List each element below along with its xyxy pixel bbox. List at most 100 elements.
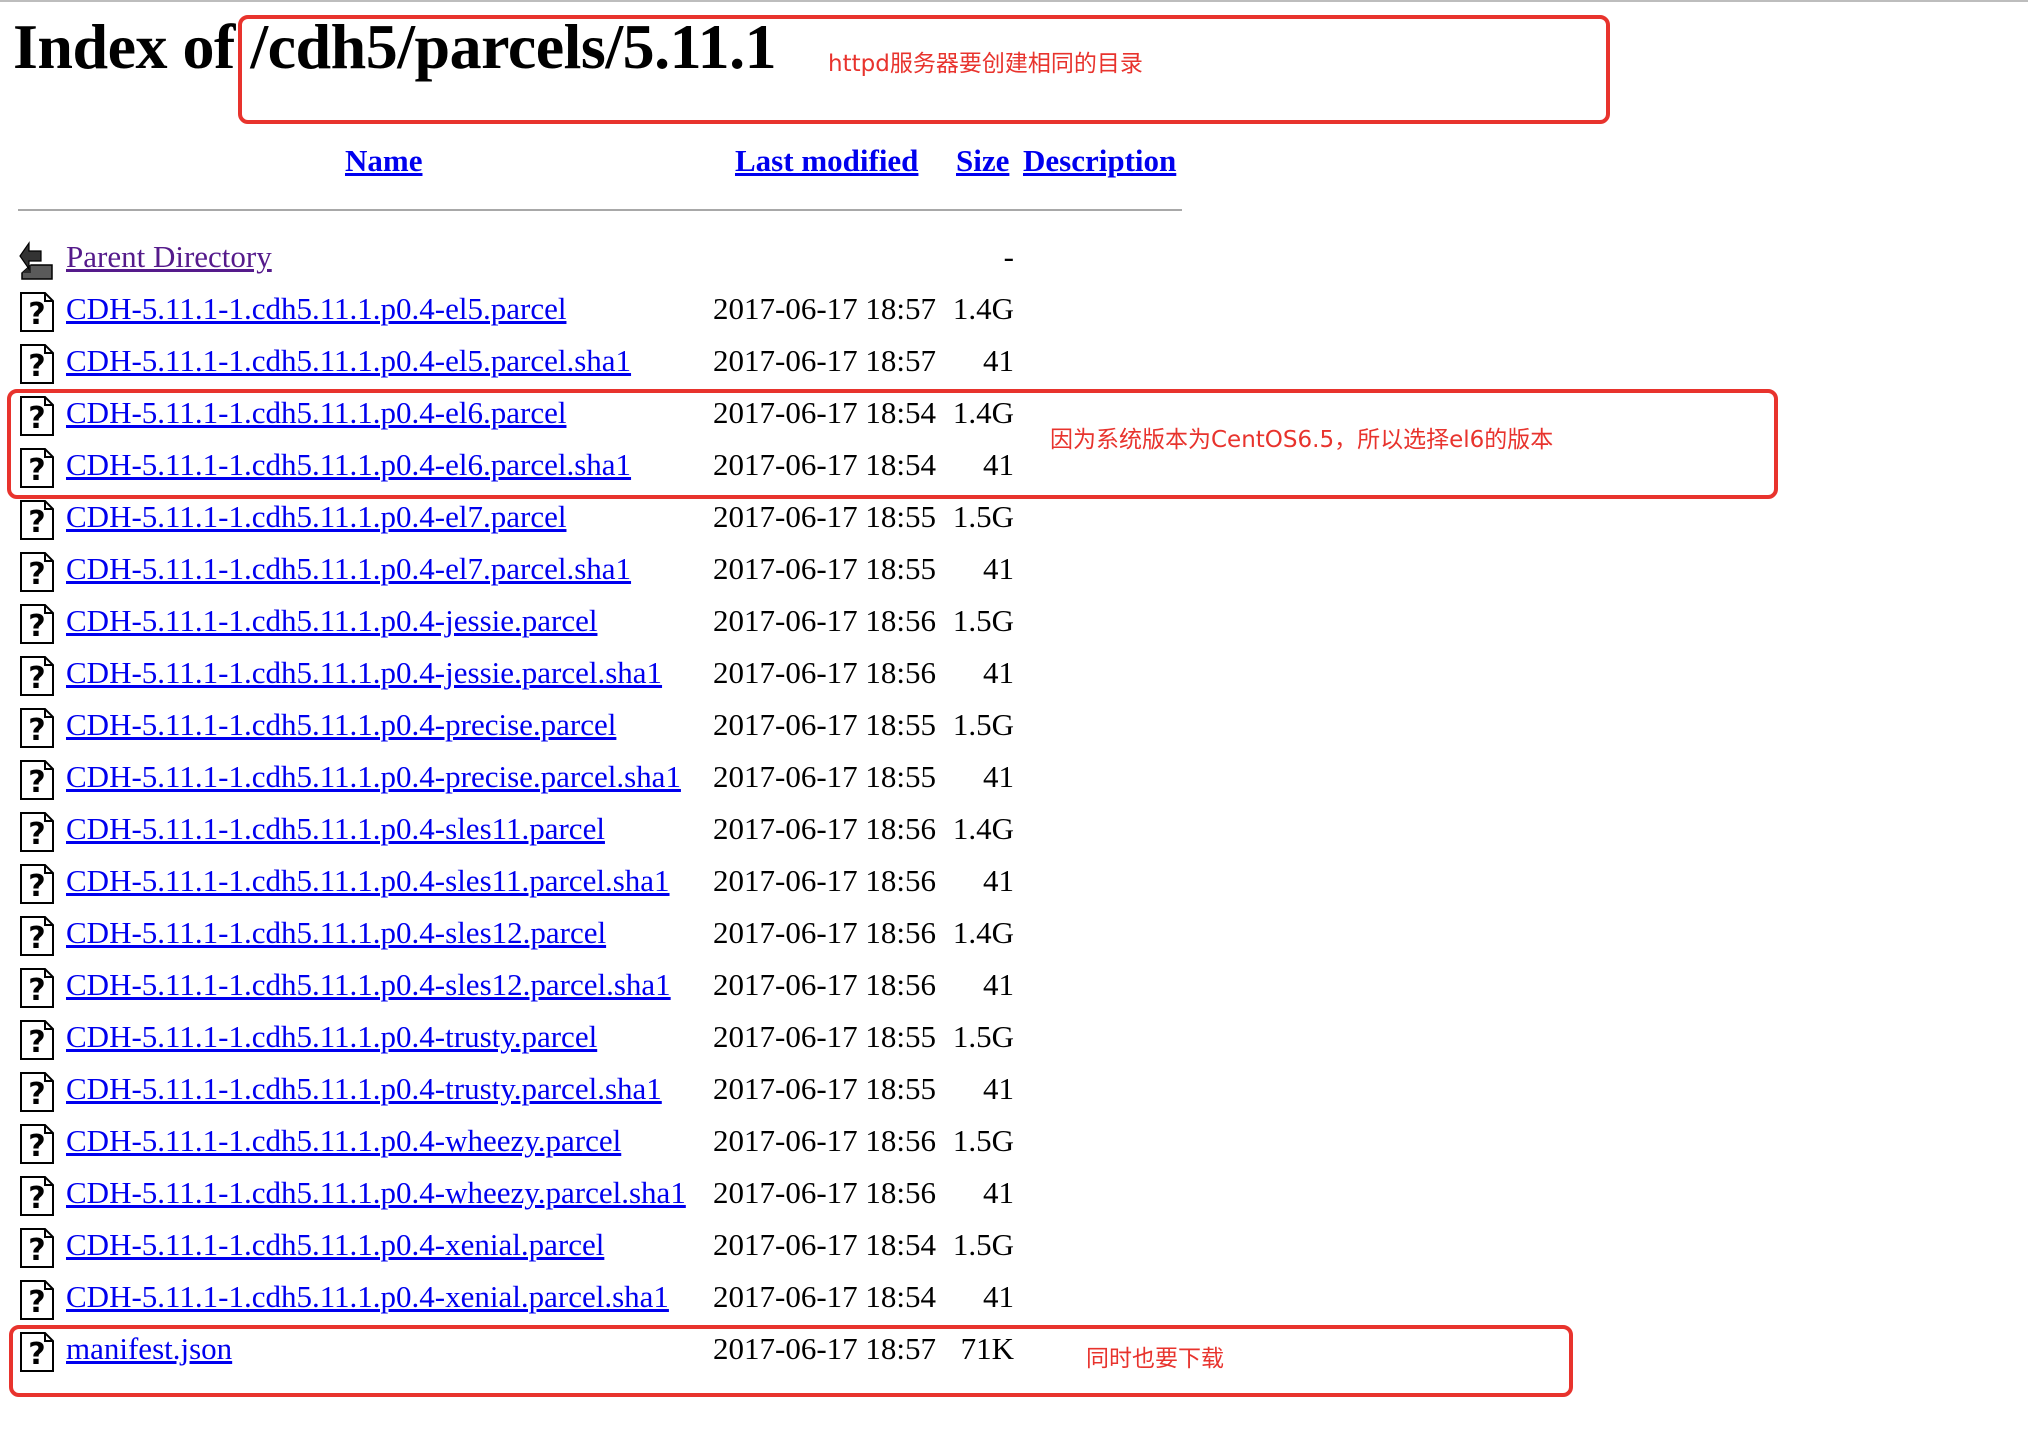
annotation-note-manifest: 同时也要下载 <box>1086 1346 1224 1372</box>
file-row: ? CDH-5.11.1-1.cdh5.11.1.p0.4-xenial.parc… <box>0 1273 1100 1325</box>
file-link[interactable]: CDH-5.11.1-1.cdh5.11.1.p0.4-trusty.parce… <box>66 1019 597 1055</box>
file-row: ? CDH-5.11.1-1.cdh5.11.1.p0.4-el5.parcel.… <box>0 337 1100 389</box>
file-date: 2017-06-17 18:55 <box>713 499 937 534</box>
svg-text:?: ? <box>28 817 45 852</box>
annotation-note-title: httpd服务器要创建相同的目录 <box>828 51 1143 77</box>
parent-size: - <box>1003 239 1014 274</box>
file-date: 2017-06-17 18:56 <box>713 1123 937 1158</box>
svg-text:?: ? <box>28 297 45 332</box>
unknown-file-icon: ? <box>20 708 54 748</box>
file-date: 2017-06-17 18:55 <box>713 707 937 742</box>
file-link[interactable]: CDH-5.11.1-1.cdh5.11.1.p0.4-jessie.parce… <box>66 603 597 639</box>
file-link[interactable]: CDH-5.11.1-1.cdh5.11.1.p0.4-precise.parc… <box>66 707 616 743</box>
svg-text:?: ? <box>28 557 45 592</box>
unknown-file-icon: ? <box>20 760 54 800</box>
file-size: 41 <box>983 863 1014 898</box>
unknown-file-icon: ? <box>20 344 54 384</box>
file-date: 2017-06-17 18:56 <box>713 1175 937 1210</box>
back-folder-icon <box>19 241 53 280</box>
file-link[interactable]: CDH-5.11.1-1.cdh5.11.1.p0.4-el7.parcel <box>66 499 566 535</box>
file-size: 41 <box>983 551 1014 586</box>
file-row: ? CDH-5.11.1-1.cdh5.11.1.p0.4-el5.parcel 2… <box>0 285 1100 337</box>
file-row: ? CDH-5.11.1-1.cdh5.11.1.p0.4-sles11.parc… <box>0 857 1100 909</box>
file-date: 2017-06-17 18:55 <box>713 551 937 586</box>
file-size: 1.4G <box>952 291 1014 326</box>
file-row: ? CDH-5.11.1-1.cdh5.11.1.p0.4-trusty.parc… <box>0 1013 1100 1065</box>
file-date: 2017-06-17 18:56 <box>713 863 937 898</box>
file-link[interactable]: CDH-5.11.1-1.cdh5.11.1.p0.4-el7.parcel.s… <box>66 551 631 587</box>
svg-text:?: ? <box>28 661 45 696</box>
file-size: 41 <box>983 655 1014 690</box>
unknown-file-icon: ? <box>20 1020 54 1060</box>
unknown-file-icon: ? <box>20 552 54 592</box>
file-row: ? CDH-5.11.1-1.cdh5.11.1.p0.4-sles11.parc… <box>0 805 1100 857</box>
file-size: 1.5G <box>952 707 1014 742</box>
unknown-file-icon: ? <box>20 292 54 332</box>
file-date: 2017-06-17 18:55 <box>713 759 937 794</box>
file-link[interactable]: CDH-5.11.1-1.cdh5.11.1.p0.4-el5.parcel.s… <box>66 343 631 379</box>
unknown-file-icon: ? <box>20 656 54 696</box>
unknown-file-icon: ? <box>20 604 54 644</box>
file-link[interactable]: CDH-5.11.1-1.cdh5.11.1.p0.4-wheezy.parce… <box>66 1123 621 1159</box>
column-header-last-modified[interactable]: Last modified <box>735 143 918 179</box>
file-row: ? CDH-5.11.1-1.cdh5.11.1.p0.4-precise.par… <box>0 701 1100 753</box>
unknown-file-icon: ? <box>20 500 54 540</box>
annotation-box-manifest <box>9 1325 1573 1397</box>
file-row: ? CDH-5.11.1-1.cdh5.11.1.p0.4-el7.parcel.… <box>0 545 1100 597</box>
file-link[interactable]: CDH-5.11.1-1.cdh5.11.1.p0.4-sles12.parce… <box>66 915 606 951</box>
file-date: 2017-06-17 18:55 <box>713 1071 937 1106</box>
svg-text:?: ? <box>28 1077 45 1112</box>
file-date: 2017-06-17 18:56 <box>713 915 937 950</box>
file-date: 2017-06-17 18:55 <box>713 1019 937 1054</box>
file-link[interactable]: CDH-5.11.1-1.cdh5.11.1.p0.4-xenial.parce… <box>66 1227 604 1263</box>
column-header-size[interactable]: Size <box>956 143 1009 179</box>
parent-directory-link[interactable]: Parent Directory <box>66 239 272 275</box>
unknown-file-icon: ? <box>20 968 54 1008</box>
file-size: 1.4G <box>952 811 1014 846</box>
unknown-file-icon: ? <box>20 1228 54 1268</box>
svg-text:?: ? <box>28 973 45 1008</box>
file-row: ? CDH-5.11.1-1.cdh5.11.1.p0.4-wheezy.parc… <box>0 1169 1100 1221</box>
file-size: 1.5G <box>952 1019 1014 1054</box>
unknown-file-icon: ? <box>20 1124 54 1164</box>
file-size: 1.5G <box>952 499 1014 534</box>
file-row: ? CDH-5.11.1-1.cdh5.11.1.p0.4-wheezy.parc… <box>0 1117 1100 1169</box>
file-link[interactable]: CDH-5.11.1-1.cdh5.11.1.p0.4-jessie.parce… <box>66 655 662 691</box>
file-row: ? CDH-5.11.1-1.cdh5.11.1.p0.4-sles12.parc… <box>0 909 1100 961</box>
file-date: 2017-06-17 18:54 <box>713 1279 937 1314</box>
unknown-file-icon: ? <box>20 1072 54 1112</box>
file-link[interactable]: CDH-5.11.1-1.cdh5.11.1.p0.4-trusty.parce… <box>66 1071 662 1107</box>
svg-text:?: ? <box>28 921 45 956</box>
file-date: 2017-06-17 18:56 <box>713 655 937 690</box>
file-link[interactable]: CDH-5.11.1-1.cdh5.11.1.p0.4-el5.parcel <box>66 291 566 327</box>
svg-text:?: ? <box>28 609 45 644</box>
file-link[interactable]: CDH-5.11.1-1.cdh5.11.1.p0.4-xenial.parce… <box>66 1279 669 1315</box>
svg-text:?: ? <box>28 1181 45 1216</box>
unknown-file-icon: ? <box>20 1176 54 1216</box>
file-row: ? CDH-5.11.1-1.cdh5.11.1.p0.4-jessie.parc… <box>0 649 1100 701</box>
file-row: ? CDH-5.11.1-1.cdh5.11.1.p0.4-sles12.parc… <box>0 961 1100 1013</box>
file-size: 1.5G <box>952 1227 1014 1262</box>
file-link[interactable]: CDH-5.11.1-1.cdh5.11.1.p0.4-precise.parc… <box>66 759 681 795</box>
svg-text:?: ? <box>28 505 45 540</box>
svg-text:?: ? <box>28 1129 45 1164</box>
file-link[interactable]: CDH-5.11.1-1.cdh5.11.1.p0.4-sles12.parce… <box>66 967 671 1003</box>
file-size: 41 <box>983 967 1014 1002</box>
file-size: 1.5G <box>952 1123 1014 1158</box>
file-date: 2017-06-17 18:56 <box>713 967 937 1002</box>
file-size: 41 <box>983 759 1014 794</box>
svg-text:?: ? <box>28 869 45 904</box>
file-link[interactable]: CDH-5.11.1-1.cdh5.11.1.p0.4-sles11.parce… <box>66 863 670 899</box>
file-row: ? CDH-5.11.1-1.cdh5.11.1.p0.4-xenial.parc… <box>0 1221 1100 1273</box>
svg-text:?: ? <box>28 1233 45 1268</box>
file-date: 2017-06-17 18:57 <box>713 343 937 378</box>
column-header-description[interactable]: Description <box>1023 143 1176 179</box>
file-size: 1.5G <box>952 603 1014 638</box>
file-link[interactable]: CDH-5.11.1-1.cdh5.11.1.p0.4-sles11.parce… <box>66 811 605 847</box>
column-header-name[interactable]: Name <box>345 143 422 179</box>
svg-text:?: ? <box>28 765 45 800</box>
file-size: 41 <box>983 343 1014 378</box>
svg-text:?: ? <box>28 1025 45 1060</box>
file-size: 41 <box>983 1175 1014 1210</box>
file-link[interactable]: CDH-5.11.1-1.cdh5.11.1.p0.4-wheezy.parce… <box>66 1175 686 1211</box>
